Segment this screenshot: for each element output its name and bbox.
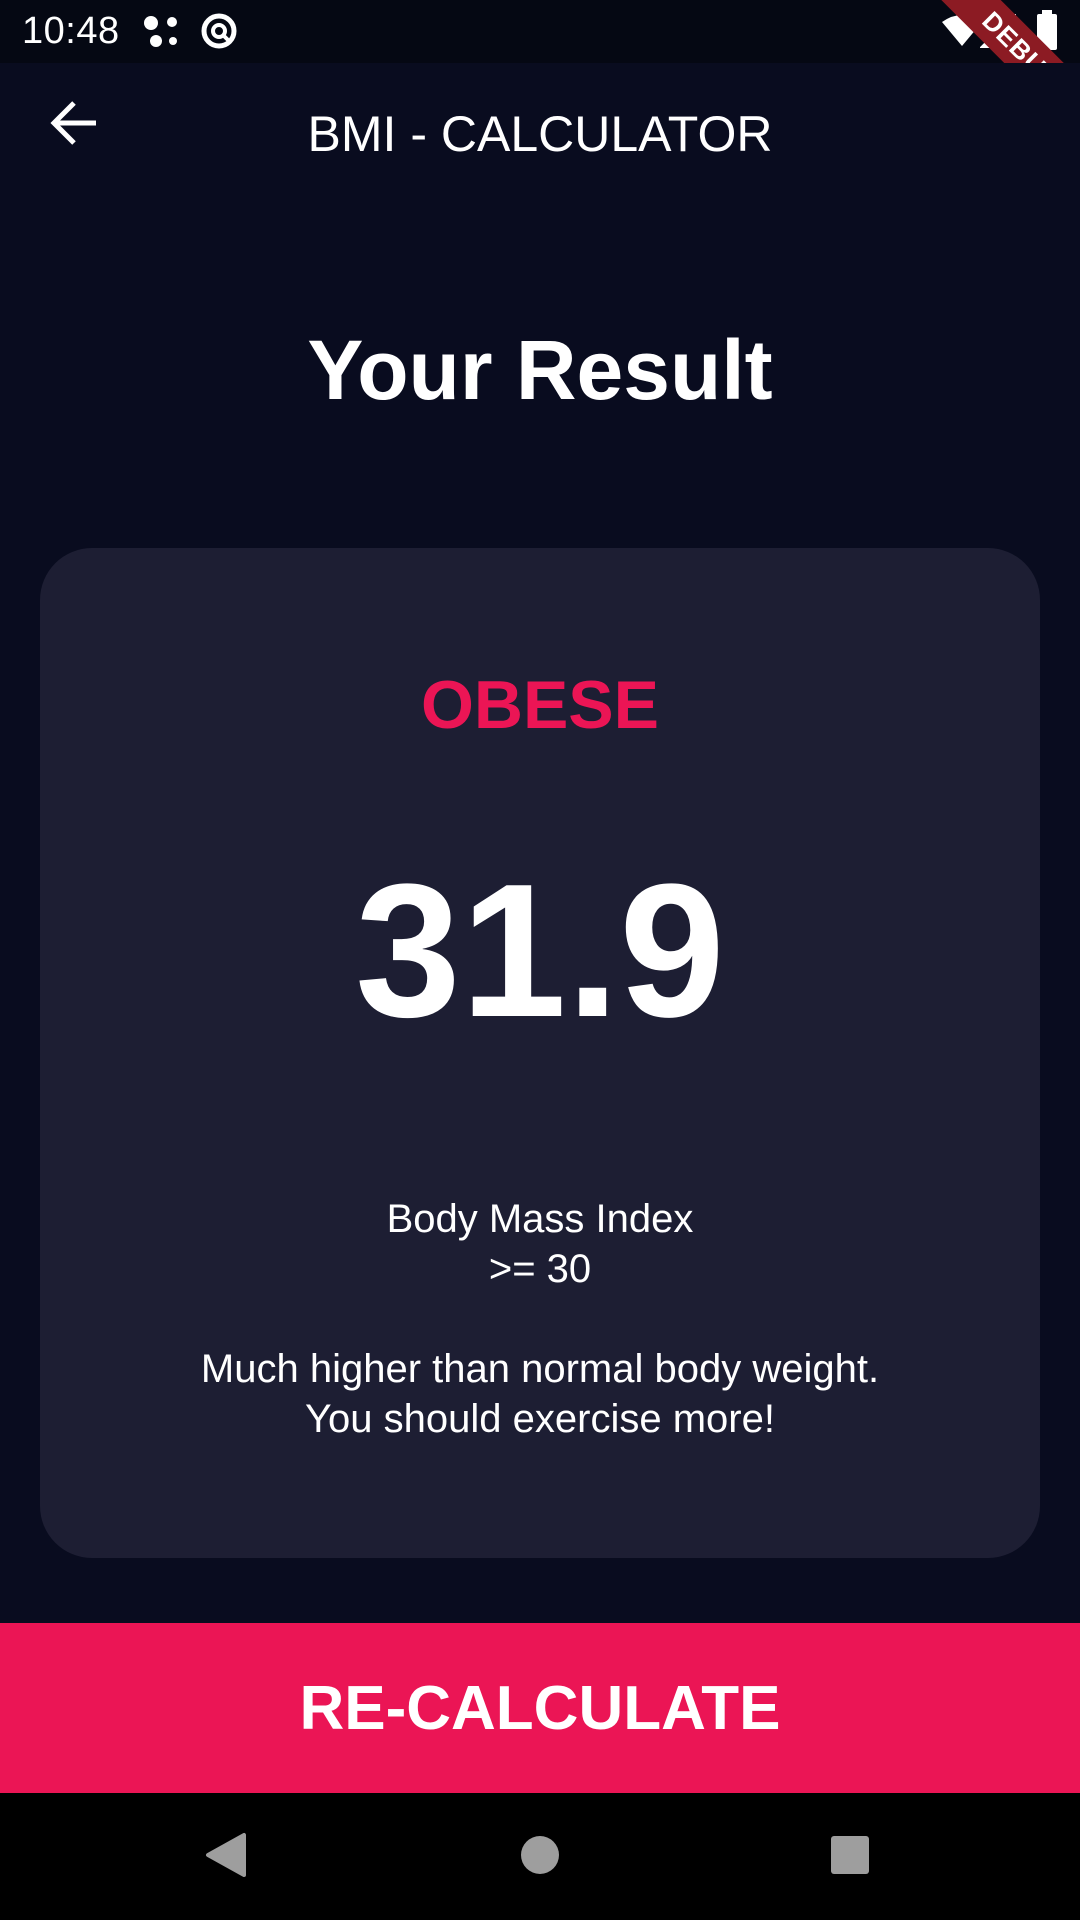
result-screen: 10:48 DEBUG BMI - CALCULATOR Your Result… bbox=[0, 0, 1080, 1920]
bmi-category: OBESE bbox=[420, 667, 660, 743]
advice-line-1: Much higher than normal body weight. bbox=[200, 1347, 880, 1391]
home-circle-icon bbox=[519, 1834, 561, 1881]
status-time: 10:48 bbox=[22, 10, 120, 52]
system-nav-bar bbox=[0, 1793, 1080, 1920]
assistant-dots-icon bbox=[142, 14, 182, 55]
recents-square-icon bbox=[830, 1835, 870, 1880]
advice-line-2: You should exercise more! bbox=[305, 1397, 775, 1441]
bmi-label-title: Body Mass Index bbox=[386, 1197, 694, 1241]
battery-icon bbox=[1036, 10, 1058, 55]
app-bar: BMI - CALCULATOR bbox=[0, 63, 1080, 210]
back-triangle-icon bbox=[204, 1831, 248, 1884]
wifi-icon bbox=[940, 14, 984, 53]
nav-home-button[interactable] bbox=[496, 1813, 584, 1901]
nav-back-button[interactable] bbox=[182, 1813, 270, 1901]
nav-recents-button[interactable] bbox=[806, 1813, 894, 1901]
page-title: Your Result bbox=[307, 323, 773, 417]
status-bar: 10:48 bbox=[0, 0, 1080, 63]
bmi-advice: Much higher than normal body weight. You… bbox=[40, 1344, 1040, 1444]
result-card: OBESE 31.9 Body Mass Index >= 30 Much hi… bbox=[40, 548, 1040, 1558]
signal-icon bbox=[979, 11, 1016, 53]
recalculate-button[interactable]: RE-CALCULATE bbox=[0, 1623, 1080, 1793]
bmi-label: Body Mass Index >= 30 bbox=[40, 1194, 1040, 1294]
bmi-range: >= 30 bbox=[488, 1247, 592, 1291]
app-title: BMI - CALCULATOR bbox=[307, 106, 773, 162]
sync-icon bbox=[200, 12, 238, 55]
bmi-value: 31.9 bbox=[355, 845, 725, 1057]
